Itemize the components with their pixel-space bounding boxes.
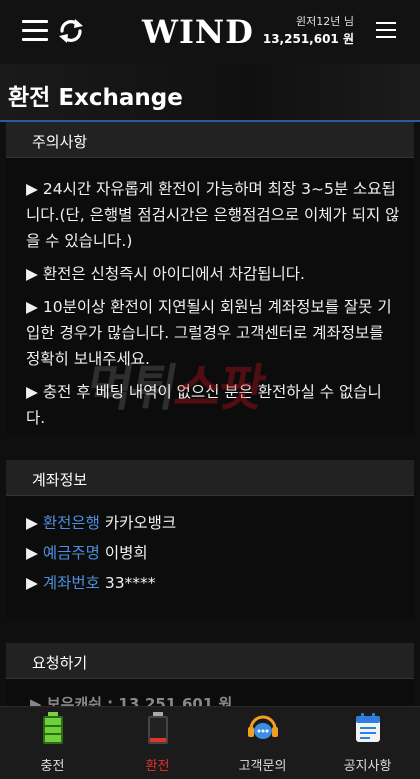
nav-deposit-label: 충전 bbox=[40, 759, 65, 774]
user-info: 윈저12년 님 13,251,601 원 bbox=[263, 14, 354, 48]
holder-label: 예금주명 bbox=[42, 544, 100, 562]
notice-item: ▶ 충전 후 베팅 내역이 없으신 분은 환전하실 수 없습니다. bbox=[26, 383, 382, 427]
holder-value: 이병희 bbox=[99, 544, 148, 562]
notice-card: 주의사항 ▶ 24시간 자유롭게 환전이 가능하며 최장 3~5분 소요됩니다.… bbox=[6, 122, 414, 436]
arrow-icon: ▶ bbox=[26, 544, 43, 562]
notice-item: ▶ 10분이상 환전이 지연될시 회원님 계좌정보를 잘못 기입한 경우가 많습… bbox=[26, 298, 392, 368]
nav-notice[interactable]: 공지사항 bbox=[315, 707, 420, 779]
nav-support[interactable]: 고객문의 bbox=[210, 707, 315, 779]
battery-empty-icon bbox=[148, 712, 168, 744]
account-number-value: 33**** bbox=[99, 574, 156, 592]
user-balance: 13,251,601 원 bbox=[262, 32, 354, 46]
bank-label: 환전은행 bbox=[42, 514, 100, 532]
account-number-label: 계좌번호 bbox=[42, 574, 100, 592]
bank-value: 카카오뱅크 bbox=[99, 514, 177, 532]
nav-notice-label: 공지사항 bbox=[343, 759, 392, 774]
hamburger-menu-icon[interactable] bbox=[22, 18, 48, 44]
account-heading: 계좌정보 bbox=[6, 460, 414, 496]
notice-item: ▶ 24시간 자유롭게 환전이 가능하며 최장 3~5분 소요됩니다.(단, 은… bbox=[26, 180, 400, 250]
nav-withdraw[interactable]: 환전 bbox=[105, 707, 210, 779]
account-row-bank: ▶ 환전은행 카카오뱅크 bbox=[26, 508, 400, 538]
account-row-holder: ▶ 예금주명 이병희 bbox=[26, 538, 400, 568]
account-row-number: ▶ 계좌번호 33**** bbox=[26, 568, 400, 598]
wind-logo[interactable]: WIND bbox=[142, 13, 254, 51]
notice-heading: 주의사항 bbox=[6, 122, 414, 158]
refresh-icon[interactable] bbox=[56, 16, 86, 46]
request-card: 요청하기 ▶ 보유캐쉬 : 13,251,601 원 bbox=[6, 643, 414, 713]
nav-support-label: 고객문의 bbox=[238, 759, 287, 774]
page-title: 환전 Exchange bbox=[8, 85, 183, 111]
request-heading: 요청하기 bbox=[6, 643, 414, 679]
nav-deposit[interactable]: 충전 bbox=[0, 707, 105, 779]
calendar-notice-icon bbox=[356, 713, 380, 742]
arrow-icon: ▶ bbox=[26, 574, 43, 592]
account-card: 계좌정보 ▶ 환전은행 카카오뱅크 ▶ 예금주명 이병희 ▶ 계좌번호 33**… bbox=[6, 460, 414, 620]
side-menu-icon[interactable] bbox=[376, 21, 396, 39]
battery-full-icon bbox=[43, 712, 63, 744]
bottom-nav: 충전 환전 고객문의 공지사항 bbox=[0, 706, 420, 779]
chat-headset-icon bbox=[248, 715, 278, 739]
notice-item: ▶ 환전은 신청즉시 아이디에서 차감됩니다. bbox=[26, 265, 305, 283]
top-header: WIND 윈저12년 님 13,251,601 원 bbox=[0, 0, 420, 64]
arrow-icon: ▶ bbox=[26, 514, 43, 532]
nav-withdraw-label: 환전 bbox=[145, 759, 170, 774]
user-name: 윈저12년 님 bbox=[296, 15, 354, 28]
page-title-bar: 환전 Exchange bbox=[0, 64, 420, 122]
